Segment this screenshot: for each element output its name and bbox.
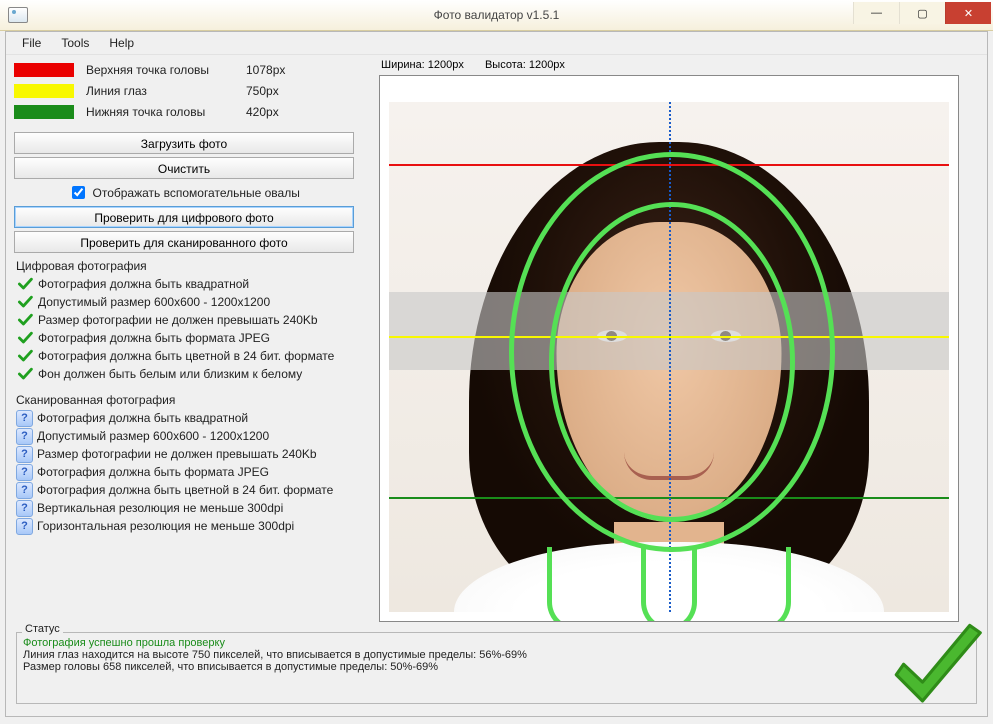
digital-req-text-0: Фотография должна быть квадратной	[38, 277, 249, 291]
info-icon: ?	[16, 482, 33, 499]
scanned-req-2: ? Размер фотографии не должен превышать 2…	[14, 445, 369, 463]
window-title: Фото валидатор v1.5.1	[0, 8, 993, 22]
digital-req-2: Размер фотографии не должен превышать 24…	[14, 311, 369, 329]
info-icon: ?	[16, 518, 33, 535]
status-success-line: Фотография успешно прошла проверку	[23, 637, 970, 649]
status-box: Фотография успешно прошла проверку Линия…	[16, 632, 977, 704]
check-digital-button[interactable]: Проверить для цифрового фото	[14, 206, 354, 228]
scanned-req-3: ? Фотография должна быть формата JPEG	[14, 463, 369, 481]
ovals-checkbox-text: Отображать вспомогательные овалы	[93, 186, 300, 200]
digital-req-text-2: Размер фотографии не должен превышать 24…	[38, 313, 318, 327]
digital-req-3: Фотография должна быть формата JPEG	[14, 329, 369, 347]
height-label: Высота: 1200px	[485, 59, 565, 71]
left-panel: Верхняя точка головы 1078px Линия глаз 7…	[14, 59, 369, 627]
scanned-req-4: ? Фотография должна быть цветной в 24 бит…	[14, 481, 369, 499]
scanned-req-text-0: Фотография должна быть квадратной	[37, 411, 248, 425]
legend-top-row: Верхняя точка головы 1078px	[14, 60, 369, 80]
titlebar: Фото валидатор v1.5.1 — ▢ ✕	[0, 0, 993, 31]
digital-req-4: Фотография должна быть цветной в 24 бит.…	[14, 347, 369, 365]
legend-eyes-swatch	[14, 84, 74, 98]
scanned-req-1: ? Допустимый размер 600x600 - 1200x1200	[14, 427, 369, 445]
check-scanned-button[interactable]: Проверить для сканированного фото	[14, 231, 354, 253]
right-panel: Ширина: 1200px Высота: 1200px	[369, 59, 979, 627]
check-icon	[16, 366, 34, 382]
legend-eyes-value: 750px	[246, 84, 279, 98]
scanned-req-text-5: Вертикальная резолюция не меньше 300dpi	[37, 501, 283, 515]
app-icon	[8, 7, 28, 23]
scanned-req-5: ? Вертикальная резолюция не меньше 300dpi	[14, 499, 369, 517]
info-icon: ?	[16, 500, 33, 517]
photo-area	[389, 102, 949, 612]
digital-req-0: Фотография должна быть квадратной	[14, 275, 369, 293]
check-icon	[16, 348, 34, 364]
status-detail-2: Размер головы 658 пикселей, что вписывае…	[23, 661, 970, 673]
ovals-checkbox-row: Отображать вспомогательные овалы	[14, 183, 354, 202]
digital-req-text-3: Фотография должна быть формата JPEG	[38, 331, 270, 345]
digital-group-title: Цифровая фотография	[16, 259, 369, 273]
digital-req-1: Допустимый размер 600x600 - 1200x1200	[14, 293, 369, 311]
info-icon: ?	[16, 428, 33, 445]
digital-req-text-4: Фотография должна быть цветной в 24 бит.…	[38, 349, 334, 363]
guide-oval-inner	[549, 202, 795, 522]
ovals-checkbox-label[interactable]: Отображать вспомогательные овалы	[68, 186, 300, 200]
legend-bottom-value: 420px	[246, 105, 279, 119]
scanned-group-title: Сканированная фотография	[16, 393, 369, 407]
menubar: File Tools Help	[6, 32, 987, 55]
menu-help[interactable]: Help	[99, 33, 144, 53]
status-group-label: Статус	[22, 623, 63, 635]
check-icon	[16, 312, 34, 328]
load-photo-button[interactable]: Загрузить фото	[14, 132, 354, 154]
check-icon	[16, 276, 34, 292]
scanned-req-text-6: Горизонтальная резолюция не меньше 300dp…	[37, 519, 294, 533]
scanned-req-text-2: Размер фотографии не должен превышать 24…	[37, 447, 317, 461]
legend-eyes-row: Линия глаз 750px	[14, 81, 369, 101]
info-icon: ?	[16, 410, 33, 427]
check-icon	[16, 294, 34, 310]
info-icon: ?	[16, 464, 33, 481]
window-controls: — ▢ ✕	[853, 2, 991, 24]
client-area: File Tools Help Верхняя точка головы 107…	[5, 31, 988, 717]
digital-req-text-5: Фон должен быть белым или близким к бело…	[38, 367, 302, 381]
legend-top-value: 1078px	[246, 63, 285, 77]
clear-button[interactable]: Очистить	[14, 157, 354, 179]
image-dimensions: Ширина: 1200px Высота: 1200px	[379, 59, 979, 71]
maximize-button[interactable]: ▢	[899, 2, 945, 24]
scanned-req-6: ? Горизонтальная резолюция не меньше 300d…	[14, 517, 369, 535]
legend-bottom-label: Нижняя точка головы	[86, 105, 246, 119]
minimize-button[interactable]: —	[853, 2, 899, 24]
legend-bottom-row: Нижняя точка головы 420px	[14, 102, 369, 122]
legend-top-label: Верхняя точка головы	[86, 63, 246, 77]
menu-file[interactable]: File	[12, 33, 51, 53]
ovals-checkbox[interactable]	[72, 186, 85, 199]
scanned-req-text-4: Фотография должна быть цветной в 24 бит.…	[37, 483, 333, 497]
close-button[interactable]: ✕	[945, 2, 991, 24]
legend-top-swatch	[14, 63, 74, 77]
photo-preview	[379, 75, 959, 622]
legend-eyes-label: Линия глаз	[86, 84, 246, 98]
digital-req-5: Фон должен быть белым или близким к бело…	[14, 365, 369, 383]
scanned-req-0: ? Фотография должна быть квадратной	[14, 409, 369, 427]
digital-req-text-1: Допустимый размер 600x600 - 1200x1200	[38, 295, 270, 309]
info-icon: ?	[16, 446, 33, 463]
menu-tools[interactable]: Tools	[51, 33, 99, 53]
status-detail-1: Линия глаз находится на высоте 750 пиксе…	[23, 649, 970, 661]
width-label: Ширина: 1200px	[381, 59, 464, 71]
check-icon	[16, 330, 34, 346]
guide-shoulder-right	[641, 547, 791, 622]
status-group: Статус Фотография успешно прошла проверк…	[16, 632, 977, 710]
scanned-req-text-1: Допустимый размер 600x600 - 1200x1200	[37, 429, 269, 443]
legend-bottom-swatch	[14, 105, 74, 119]
scanned-req-text-3: Фотография должна быть формата JPEG	[37, 465, 269, 479]
